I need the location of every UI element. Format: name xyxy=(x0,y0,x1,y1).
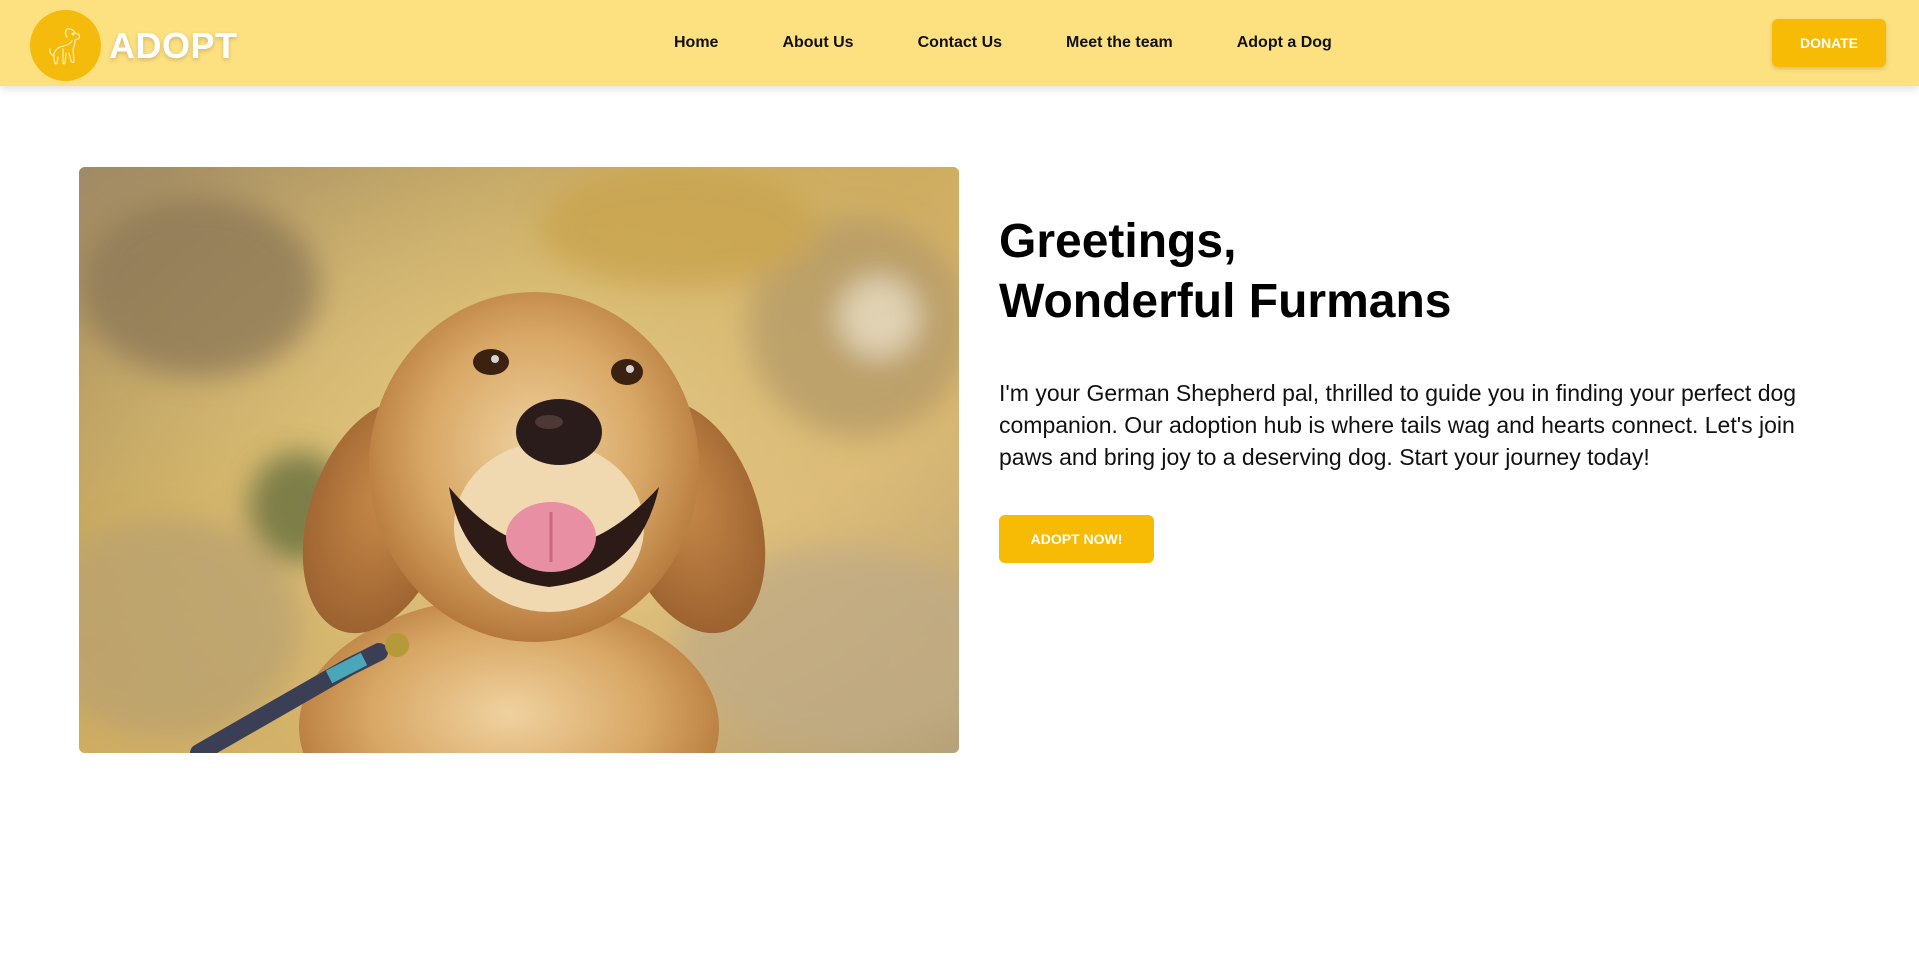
nav-link-about-us[interactable]: About Us xyxy=(782,34,853,52)
hero-content: Greetings, Wonderful Furmans I'm your Ge… xyxy=(999,212,1819,563)
navbar: ADOPT Home About Us Contact Us Meet the … xyxy=(0,0,1919,86)
hero-title-line-2: Wonderful Furmans xyxy=(999,275,1452,328)
nav-menu: Home About Us Contact Us Meet the team A… xyxy=(674,0,1332,86)
nav-item-adopt: Adopt a Dog xyxy=(1237,34,1332,52)
logo-link[interactable]: ADOPT xyxy=(30,10,238,81)
nav-link-contact-us[interactable]: Contact Us xyxy=(918,34,1002,52)
nav-item-about: About Us xyxy=(782,34,917,52)
nav-item-team: Meet the team xyxy=(1066,34,1237,52)
dog-logo-icon xyxy=(30,10,101,81)
hero-title: Greetings, Wonderful Furmans xyxy=(999,212,1819,332)
nav-item-home: Home xyxy=(674,34,782,52)
nav-link-home[interactable]: Home xyxy=(674,34,718,52)
donate-button[interactable]: DONATE xyxy=(1772,19,1886,67)
nav-item-contact: Contact Us xyxy=(918,34,1066,52)
logo-text: ADOPT xyxy=(109,24,238,66)
nav-link-adopt-a-dog[interactable]: Adopt a Dog xyxy=(1237,34,1332,52)
hero-description: I'm your German Shepherd pal, thrilled t… xyxy=(999,380,1797,470)
hero-title-line-1: Greetings, xyxy=(999,215,1237,268)
nav-link-meet-the-team[interactable]: Meet the team xyxy=(1066,34,1173,52)
adopt-now-button[interactable]: ADOPT NOW! xyxy=(999,515,1154,563)
hero-dog-image xyxy=(79,167,959,753)
